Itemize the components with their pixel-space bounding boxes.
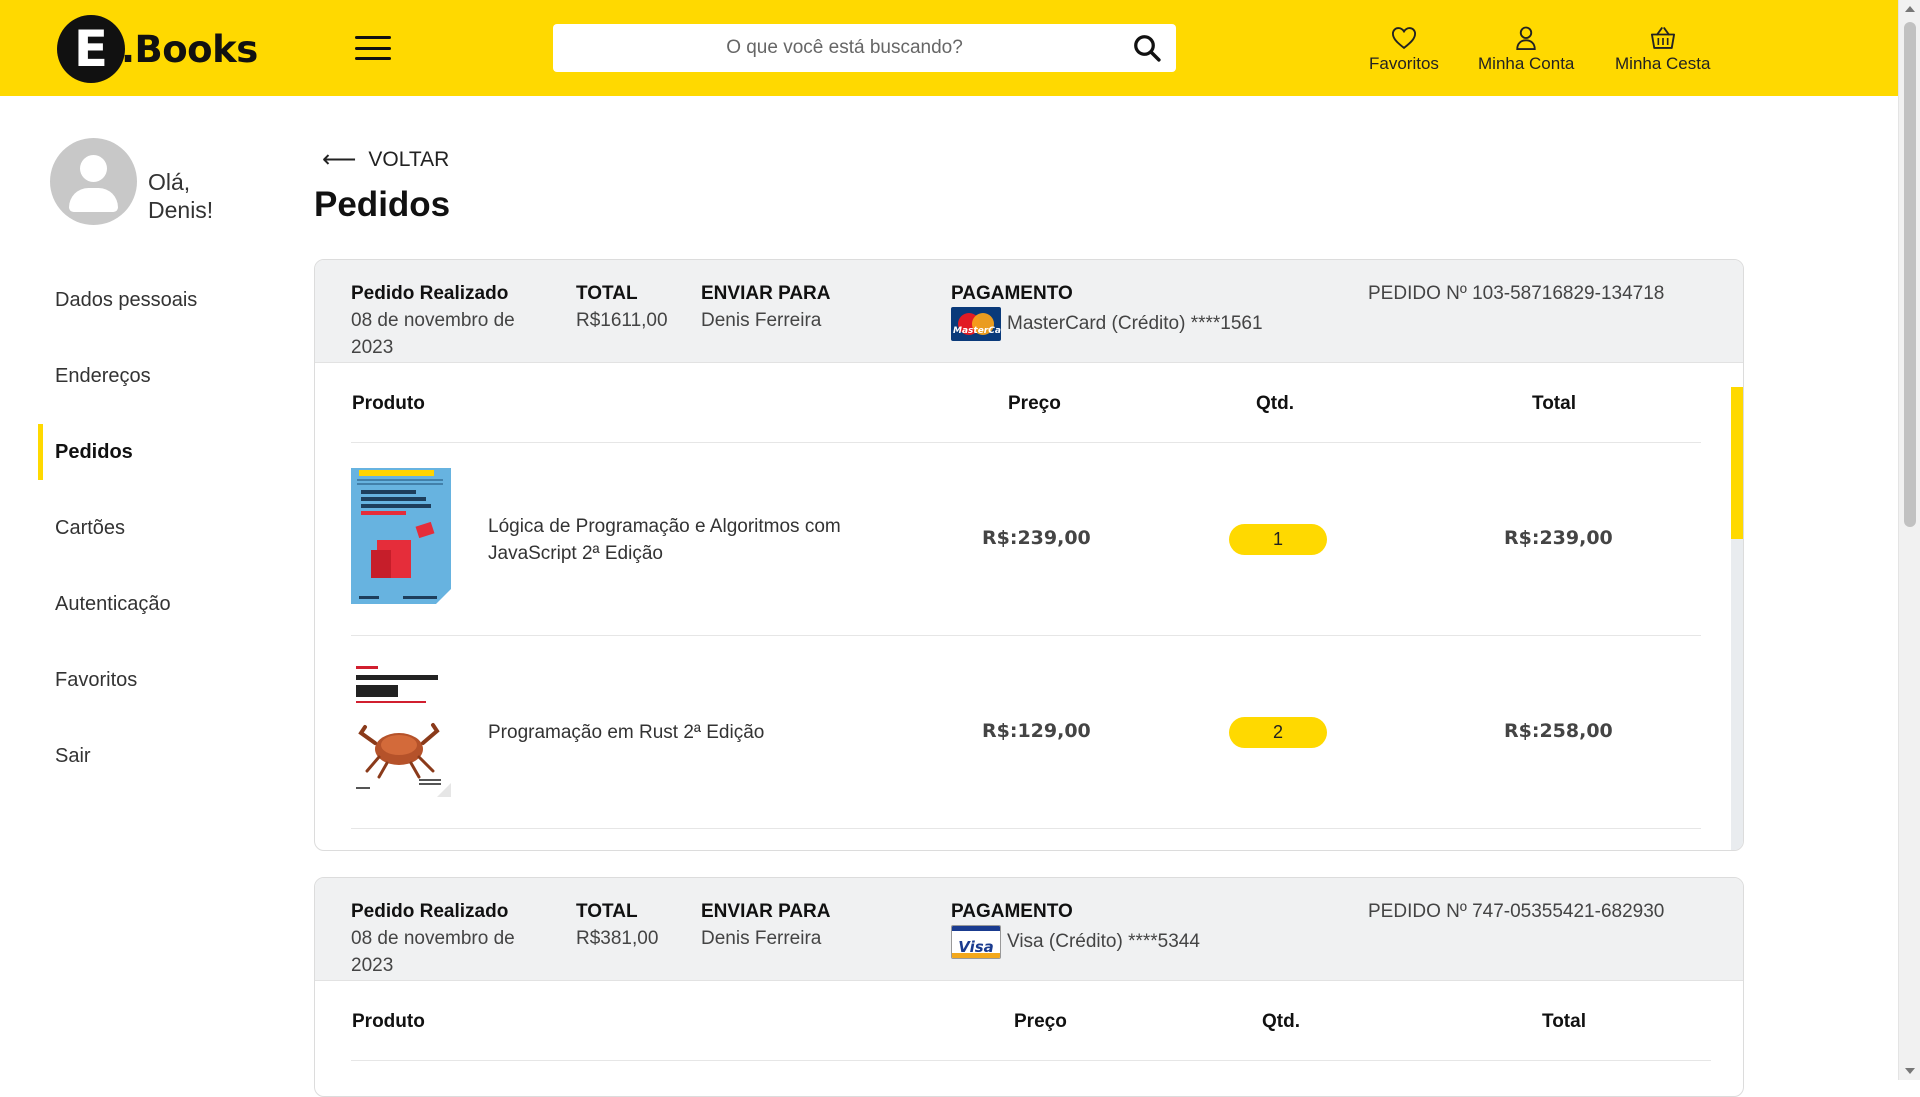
scroll-down-icon[interactable] (1905, 1068, 1915, 1074)
quantity-badge[interactable]: 2 (1229, 717, 1327, 748)
arrow-left-icon: ⟵ (322, 146, 357, 173)
items-table-header: Produto Preço Qtd. Total (351, 981, 1711, 1061)
order-items-scrollbar[interactable] (1731, 387, 1743, 850)
sidebar-item-cartoes[interactable]: Cartões (0, 490, 260, 566)
book-cover-rust[interactable] (351, 661, 451, 797)
order-payment-text: MasterCard (Crédito) ****1561 (1007, 313, 1263, 335)
basket-label: Minha Cesta (1615, 54, 1711, 73)
product-title[interactable]: Lógica de Programação e Algoritmos com J… (488, 513, 908, 567)
order-card: Pedido Realizado 08 de novembro de 2023 … (314, 877, 1744, 1097)
product-price: R$:129,00 (982, 720, 1091, 742)
order-payment: PAGAMENTO Visa Visa (Crédito) ****5344 (951, 898, 1200, 959)
logo-text: .Books (121, 27, 258, 71)
order-placed-label: Pedido Realizado (351, 901, 509, 922)
user-icon (1516, 26, 1536, 51)
favorites-link[interactable]: Favoritos (1369, 24, 1439, 74)
search-bar (553, 24, 1176, 72)
col-price: Preço (1008, 393, 1061, 414)
logo[interactable]: E .Books (57, 15, 258, 83)
back-label: VOLTAR (368, 147, 450, 171)
order-placed-label: Pedido Realizado (351, 283, 509, 304)
order-payment: PAGAMENTO MasterCard MasterCard (Crédito)… (951, 280, 1263, 341)
order-payment-label: PAGAMENTO (951, 283, 1073, 304)
avatar (50, 138, 137, 225)
page-title: Pedidos (314, 185, 451, 224)
table-row: Lógica de Programação e Algoritmos com J… (351, 443, 1701, 636)
order-number: PEDIDO Nº 103-58716829-134718 (1368, 283, 1665, 304)
account-label: Minha Conta (1478, 54, 1575, 73)
greeting: Olá, Denis! (148, 168, 213, 224)
col-total: Total (1532, 393, 1576, 414)
order-payment-text: Visa (Crédito) ****5344 (1007, 931, 1200, 953)
sidebar-item-autenticacao[interactable]: Autenticação (0, 566, 260, 642)
order-ship-label: ENVIAR PARA (701, 901, 831, 922)
search-input[interactable] (553, 24, 1176, 72)
sidebar-item-pedidos[interactable]: Pedidos (0, 414, 260, 490)
basket-icon (1650, 27, 1675, 49)
product-price: R$:239,00 (982, 527, 1091, 549)
order-card: Pedido Realizado 08 de novembro de 2023 … (314, 259, 1744, 851)
order-payment-info: MasterCard MasterCard (Crédito) ****1561 (951, 307, 1263, 341)
product-title[interactable]: Programação em Rust 2ª Edição (488, 719, 908, 746)
order-ship-name: Denis Ferreira (701, 928, 822, 949)
order-items-list: Produto Preço Qtd. Total (351, 981, 1711, 1061)
order-placed-date: 08 de novembro de 2023 (351, 310, 515, 358)
order-placed: Pedido Realizado 08 de novembro de 2023 (351, 280, 551, 361)
order-ship-to: ENVIAR PARA Denis Ferreira (701, 280, 831, 334)
order-payment-label: PAGAMENTO (951, 901, 1073, 922)
book-cover-logica-js[interactable] (351, 468, 451, 604)
order-items-list: Produto Preço Qtd. Total (351, 363, 1701, 829)
account-nav: Dados pessoais Endereços Pedidos Cartões… (0, 262, 260, 794)
favorites-label: Favoritos (1369, 54, 1439, 73)
col-qty: Qtd. (1262, 1011, 1300, 1032)
page-scrollbar[interactable] (1898, 0, 1920, 1080)
order-total-label: TOTAL (576, 283, 638, 304)
order-total: TOTAL R$381,00 (576, 898, 658, 952)
top-header: E .Books Favoritos Minha Conta Minha Ces… (0, 0, 1898, 96)
basket-link[interactable]: Minha Cesta (1615, 24, 1710, 74)
order-ship-to: ENVIAR PARA Denis Ferreira (701, 898, 831, 952)
order-items[interactable]: Produto Preço Qtd. Total (315, 363, 1743, 850)
logo-mark: E (57, 15, 125, 83)
greeting-line-1: Olá, (148, 169, 191, 195)
product-total: R$:258,00 (1504, 720, 1613, 742)
order-payment-info: Visa Visa (Crédito) ****5344 (951, 925, 1200, 959)
sidebar-item-enderecos[interactable]: Endereços (0, 338, 260, 414)
order-number: PEDIDO Nº 747-05355421-682930 (1368, 901, 1665, 922)
order-placed: Pedido Realizado 08 de novembro de 2023 (351, 898, 551, 979)
col-product: Produto (352, 393, 425, 414)
visa-icon: Visa (951, 925, 1001, 959)
hamburger-menu-icon[interactable] (355, 36, 391, 60)
scroll-up-icon[interactable] (1905, 6, 1915, 12)
order-placed-date: 08 de novembro de 2023 (351, 928, 515, 976)
order-total: TOTAL R$1611,00 (576, 280, 668, 334)
greeting-user-name: Denis! (148, 197, 214, 223)
product-total: R$:239,00 (1504, 527, 1613, 549)
sidebar-item-favoritos[interactable]: Favoritos (0, 642, 260, 718)
table-row: Programação em Rust 2ª Edição R$:129,00 … (351, 636, 1701, 829)
back-button[interactable]: ⟵ VOLTAR (322, 145, 449, 174)
page-scrollbar-thumb[interactable] (1904, 22, 1916, 527)
order-ship-name: Denis Ferreira (701, 310, 822, 331)
order-ship-label: ENVIAR PARA (701, 283, 831, 304)
order-header: Pedido Realizado 08 de novembro de 2023 … (315, 878, 1743, 981)
col-product: Produto (352, 1011, 425, 1032)
col-total: Total (1542, 1011, 1586, 1032)
order-items-scrollbar-thumb[interactable] (1731, 387, 1743, 539)
col-price: Preço (1014, 1011, 1067, 1032)
account-link[interactable]: Minha Conta (1478, 24, 1574, 74)
mastercard-icon: MasterCard (951, 307, 1001, 341)
order-total-label: TOTAL (576, 901, 638, 922)
sidebar-item-sair[interactable]: Sair (0, 718, 260, 794)
order-header: Pedido Realizado 08 de novembro de 2023 … (315, 260, 1743, 363)
order-total-value: R$381,00 (576, 928, 659, 949)
heart-icon (1391, 27, 1416, 50)
items-table-header: Produto Preço Qtd. Total (351, 363, 1701, 443)
quantity-badge[interactable]: 1 (1229, 524, 1327, 555)
search-icon[interactable] (1132, 33, 1162, 63)
col-qty: Qtd. (1256, 393, 1294, 414)
order-total-value: R$1611,00 (576, 310, 668, 331)
sidebar-item-dados-pessoais[interactable]: Dados pessoais (0, 262, 260, 338)
